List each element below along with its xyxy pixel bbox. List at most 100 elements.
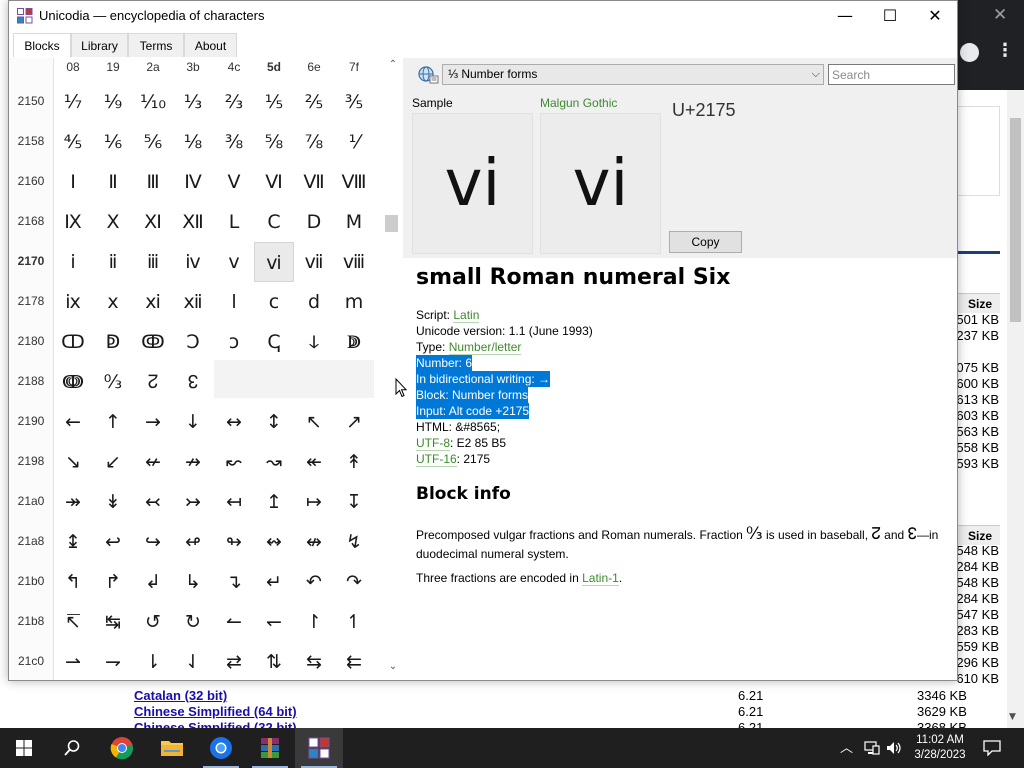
start-button[interactable] (0, 728, 48, 768)
character-cell[interactable]: Ⅰ (53, 162, 93, 202)
character-cell[interactable]: ↱ (93, 562, 133, 602)
character-cell[interactable]: ⅟ (334, 122, 374, 162)
character-cell[interactable]: Ⅹ (93, 202, 133, 242)
character-cell[interactable]: ⅲ (133, 242, 173, 282)
character-cell[interactable]: Ⅱ (93, 162, 133, 202)
character-cell[interactable]: ⅜ (214, 122, 254, 162)
grid-scroll-thumb[interactable] (385, 215, 398, 232)
character-cell[interactable]: ↝ (254, 442, 294, 482)
inline-glyph[interactable]: ↋ (908, 524, 917, 543)
maximize-button[interactable]: ☐ (867, 1, 913, 31)
character-cell[interactable]: ↨ (53, 522, 93, 562)
type-link[interactable]: Number/letter (448, 340, 522, 355)
character-cell[interactable]: Ⅵ (254, 162, 294, 202)
character-cell[interactable]: ↀ (53, 322, 93, 362)
globe-icon[interactable] (415, 64, 439, 84)
character-cell[interactable]: ↤ (214, 482, 254, 522)
character-cell[interactable]: ↖ (294, 402, 334, 442)
character-cell[interactable]: ↯ (334, 522, 374, 562)
grid-scrollbar[interactable] (383, 58, 403, 680)
character-cell[interactable]: ↂ (133, 322, 173, 362)
character-cell[interactable]: ↸ (53, 602, 93, 642)
character-cell[interactable]: ↞ (294, 442, 334, 482)
character-cell[interactable]: ⅰ (53, 242, 93, 282)
character-cell[interactable]: ⅸ (53, 282, 93, 322)
character-cell[interactable]: ↔ (214, 402, 254, 442)
character-cell[interactable]: ⅷ (334, 242, 374, 282)
copy-button[interactable]: Copy (669, 231, 742, 253)
character-cell[interactable]: ⇂ (133, 642, 173, 680)
character-cell[interactable]: ↡ (93, 482, 133, 522)
tab-terms[interactable]: Terms (128, 33, 184, 57)
character-cell[interactable]: ⅒ (133, 82, 173, 122)
character-cell[interactable]: ↬ (214, 522, 254, 562)
character-cell[interactable]: Ⅼ (214, 202, 254, 242)
file-explorer-taskbar-button[interactable] (148, 728, 196, 768)
minimize-button[interactable]: — (822, 1, 868, 31)
character-cell[interactable]: Ⅾ (294, 202, 334, 242)
winrar-taskbar-button[interactable] (246, 728, 294, 768)
character-cell[interactable]: ↕ (254, 402, 294, 442)
character-cell[interactable]: ⅽ (254, 282, 294, 322)
script-link[interactable]: Latin (453, 308, 480, 323)
character-cell[interactable]: Ⅲ (133, 162, 173, 202)
character-cell[interactable]: ⇇ (334, 642, 374, 680)
character-cell[interactable]: ↮ (294, 522, 334, 562)
character-cell[interactable]: ↵ (254, 562, 294, 602)
clock[interactable]: 11:02 AM 3/28/2023 (912, 733, 968, 763)
character-cell[interactable]: ↛ (173, 442, 213, 482)
character-cell[interactable]: ⅛ (173, 122, 213, 162)
character-cell[interactable]: ↦ (294, 482, 334, 522)
character-cell[interactable]: ⇀ (53, 642, 93, 680)
block-dropdown[interactable]: ⅓ Number forms ⌵ (442, 64, 824, 85)
character-cell[interactable]: ↿ (334, 602, 374, 642)
selected-character-cell[interactable]: ⅵ (254, 242, 294, 282)
character-cell[interactable]: ⅑ (93, 82, 133, 122)
character-cell[interactable]: ⅘ (53, 122, 93, 162)
character-cell[interactable]: ↶ (294, 562, 334, 602)
tab-library[interactable]: Library (71, 33, 128, 57)
character-cell[interactable]: ↺ (133, 602, 173, 642)
chrome-taskbar-button[interactable] (98, 728, 146, 768)
character-cell[interactable]: Ⅿ (334, 202, 374, 242)
character-cell[interactable]: ↄ (214, 322, 254, 362)
character-cell[interactable]: ↹ (93, 602, 133, 642)
character-cell[interactable]: ↻ (173, 602, 213, 642)
character-cell[interactable]: ⅳ (173, 242, 213, 282)
character-cell[interactable]: Ⅻ (173, 202, 213, 242)
character-cell[interactable]: → (133, 402, 173, 442)
character-cell[interactable]: Ⅺ (133, 202, 173, 242)
character-cell[interactable]: Ⅴ (214, 162, 254, 202)
tab-blocks[interactable]: Blocks (13, 33, 71, 57)
character-cell[interactable]: ⇁ (93, 642, 133, 680)
scroll-up-arrow-icon[interactable]: ⌃ (383, 59, 403, 70)
character-cell[interactable]: Ⅽ (254, 202, 294, 242)
character-cell[interactable]: ⅖ (294, 82, 334, 122)
character-cell[interactable]: ⅴ (214, 242, 254, 282)
character-cell[interactable]: ↲ (133, 562, 173, 602)
character-cell[interactable]: ← (53, 402, 93, 442)
character-cell[interactable]: ⅹ (93, 282, 133, 322)
browser-close-icon[interactable]: ✕ (993, 5, 1007, 25)
character-cell[interactable]: ↣ (173, 482, 213, 522)
network-icon[interactable] (864, 740, 880, 756)
character-cell[interactable]: ↴ (214, 562, 254, 602)
unicodia-taskbar-button[interactable] (295, 728, 343, 768)
browser-scroll-thumb[interactable] (1010, 118, 1021, 322)
character-cell[interactable]: Ⅳ (173, 162, 213, 202)
character-cell[interactable]: ⅿ (334, 282, 374, 322)
search-input[interactable] (828, 64, 955, 85)
character-cell[interactable]: ⅱ (93, 242, 133, 282)
character-cell[interactable]: Ⅶ (294, 162, 334, 202)
download-link[interactable]: Catalan (32 bit) (134, 688, 227, 703)
character-cell[interactable]: ⅐ (53, 82, 93, 122)
character-cell[interactable]: ⅝ (254, 122, 294, 162)
character-cell[interactable]: ↥ (254, 482, 294, 522)
character-cell[interactable]: ⅔ (214, 82, 254, 122)
character-cell[interactable]: ↗ (334, 402, 374, 442)
utf8-link[interactable]: UTF-8 (416, 436, 450, 451)
character-cell[interactable]: ⅾ (294, 282, 334, 322)
character-cell[interactable]: ↑ (93, 402, 133, 442)
download-link[interactable]: Chinese Simplified (64 bit) (134, 704, 297, 719)
character-cell[interactable]: Ⅷ (334, 162, 374, 202)
